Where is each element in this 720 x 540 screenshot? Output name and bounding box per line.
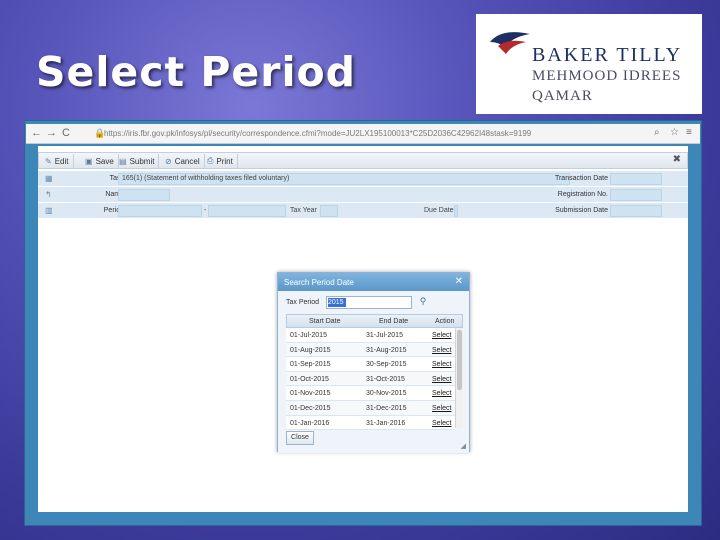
dialog-body: Tax Period 2015 ⚲ Start Date End Date Ac… bbox=[278, 291, 469, 453]
slide-title: Select Period bbox=[36, 48, 357, 96]
table-row: 01-Nov-2015 30-Nov-2015 Select bbox=[286, 386, 455, 401]
submission-date-label: Submission Date bbox=[555, 207, 608, 214]
select-link[interactable]: Select bbox=[432, 347, 451, 354]
edit-button[interactable]: ✎ Edit bbox=[41, 154, 74, 168]
print-icon: ⎙ bbox=[207, 156, 214, 165]
task-row: ▦ Task 165(1) (Statement of withholding … bbox=[38, 171, 688, 187]
select-link[interactable]: Select bbox=[432, 332, 451, 339]
resize-handle-icon[interactable]: ◢ bbox=[461, 442, 466, 450]
select-link[interactable]: Select bbox=[432, 405, 451, 412]
period-label: Period bbox=[103, 207, 124, 214]
col-action: Action bbox=[435, 318, 455, 325]
name-label: Name bbox=[105, 191, 124, 198]
task-label: Task bbox=[109, 175, 124, 182]
transaction-date-field[interactable] bbox=[610, 173, 662, 185]
name-field[interactable] bbox=[118, 189, 170, 201]
user-icon: ↰ bbox=[45, 190, 52, 199]
browser-address-bar[interactable]: ← → C 🔒 https://iris.fbr.gov.pk/infosys/… bbox=[26, 124, 700, 144]
row-end-date: 31-Oct-2015 bbox=[366, 375, 405, 383]
search-icon[interactable]: ⚲ bbox=[416, 296, 430, 309]
row-end-date: 30-Sep-2015 bbox=[366, 361, 407, 369]
row-end-date: 31-Jul-2015 bbox=[366, 332, 403, 339]
row-end-date: 31-Jan-2016 bbox=[366, 419, 406, 427]
row-start-date: 01-Jul-2015 bbox=[290, 332, 327, 339]
dialog-header[interactable]: Search Period Date ✕ bbox=[278, 273, 469, 291]
logo-text-mehmood-idrees: MEHMOOD IDREES bbox=[532, 68, 682, 84]
tax-period-value: 2015 bbox=[328, 298, 346, 307]
zoom-icon[interactable]: ⌕ bbox=[654, 127, 660, 138]
due-date-field[interactable] bbox=[454, 205, 458, 217]
table-row: 01-Aug-2015 31-Aug-2015 Select bbox=[286, 342, 455, 358]
task-icon: ▦ bbox=[45, 174, 53, 183]
url-text[interactable]: https://iris.fbr.gov.pk/infosys/pl/secur… bbox=[104, 129, 624, 138]
table-row: 01-Jan-2016 31-Jan-2016 Select bbox=[286, 415, 455, 431]
back-arrow-icon[interactable]: ← bbox=[31, 127, 42, 139]
row-end-date: 30-Nov-2015 bbox=[366, 390, 407, 398]
table-row: 01-Sep-2015 30-Sep-2015 Select bbox=[286, 357, 455, 372]
select-link[interactable]: Select bbox=[432, 376, 451, 383]
select-link[interactable]: Select bbox=[432, 420, 451, 427]
period-separator: - bbox=[204, 207, 207, 214]
dialog-title: Search Period Date bbox=[284, 278, 354, 287]
period-row: ▥ Period - Tax Year Due Date Submission … bbox=[38, 203, 688, 219]
due-date-label: Due Date bbox=[424, 207, 454, 214]
scrollbar-thumb[interactable] bbox=[457, 330, 462, 390]
row-start-date: 01-Dec-2015 bbox=[290, 405, 331, 412]
row-start-date: 01-Sep-2015 bbox=[290, 361, 331, 369]
forward-arrow-icon[interactable]: → bbox=[46, 127, 57, 139]
save-icon: ▣ bbox=[85, 156, 93, 166]
star-icon[interactable]: ☆ bbox=[670, 127, 679, 138]
form-toolbar: ✎ Edit ▣ Save ▤ Submit ⊘ Cancel ⎙ Print … bbox=[38, 152, 688, 169]
tax-period-label: Tax Period bbox=[286, 299, 320, 306]
row-start-date: 01-Oct-2015 bbox=[290, 375, 329, 383]
close-button[interactable]: Close bbox=[286, 431, 314, 445]
table-row: 01-Dec-2015 31-Dec-2015 Select bbox=[286, 401, 455, 416]
edit-icon: ✎ bbox=[45, 156, 52, 166]
table-row: 01-Jul-2015 31-Jul-2015 Select bbox=[286, 328, 455, 343]
row-end-date: 31-Aug-2015 bbox=[366, 346, 407, 354]
registration-no-label: Registration No. bbox=[557, 191, 608, 198]
registration-no-field[interactable] bbox=[610, 189, 662, 201]
cancel-icon: ⊘ bbox=[165, 156, 172, 166]
cancel-button[interactable]: ⊘ Cancel bbox=[161, 154, 205, 168]
submit-button[interactable]: ▤ Submit bbox=[115, 154, 160, 168]
submit-icon: ▤ bbox=[119, 156, 127, 166]
reload-icon[interactable]: C bbox=[62, 127, 70, 139]
logo-text-qamar: QAMAR bbox=[532, 88, 593, 104]
transaction-date-label: Transaction Date bbox=[554, 175, 608, 182]
period-grid-header: Start Date End Date Action bbox=[286, 314, 463, 328]
row-start-date: 01-Aug-2015 bbox=[290, 346, 331, 354]
save-button[interactable]: ▣ Save bbox=[81, 154, 119, 168]
tax-year-label: Tax Year bbox=[290, 207, 317, 214]
period-start-field[interactable] bbox=[118, 205, 202, 217]
logo-text-baker-tilly: BAKER TILLY bbox=[532, 44, 683, 66]
col-start-date: Start Date bbox=[309, 318, 341, 325]
logo-bird-icon bbox=[490, 32, 530, 54]
calendar-icon: ▥ bbox=[45, 206, 53, 215]
row-start-date: 01-Nov-2015 bbox=[290, 390, 331, 398]
select-link[interactable]: Select bbox=[432, 361, 451, 368]
task-value: 165(1) (Statement of withholding taxes f… bbox=[122, 175, 290, 182]
select-link[interactable]: Select bbox=[432, 390, 451, 397]
table-row: 01-Oct-2015 31-Oct-2015 Select bbox=[286, 371, 455, 387]
period-end-field[interactable] bbox=[208, 205, 286, 217]
row-start-date: 01-Jan-2016 bbox=[290, 419, 330, 427]
tax-year-field[interactable] bbox=[320, 205, 338, 217]
print-button[interactable]: ⎙ Print bbox=[203, 154, 238, 168]
col-end-date: End Date bbox=[379, 318, 409, 325]
name-row: ↰ Name Registration No. bbox=[38, 187, 688, 203]
dialog-close-icon[interactable]: ✕ bbox=[455, 276, 463, 287]
menu-icon[interactable]: ≡ bbox=[686, 127, 692, 138]
submission-date-field[interactable] bbox=[610, 205, 662, 217]
close-icon[interactable]: ✖ bbox=[673, 154, 681, 165]
search-period-dialog: Search Period Date ✕ Tax Period 2015 ⚲ S… bbox=[277, 272, 470, 453]
row-end-date: 31-Dec-2015 bbox=[366, 405, 407, 412]
grid-scrollbar[interactable] bbox=[455, 328, 463, 428]
